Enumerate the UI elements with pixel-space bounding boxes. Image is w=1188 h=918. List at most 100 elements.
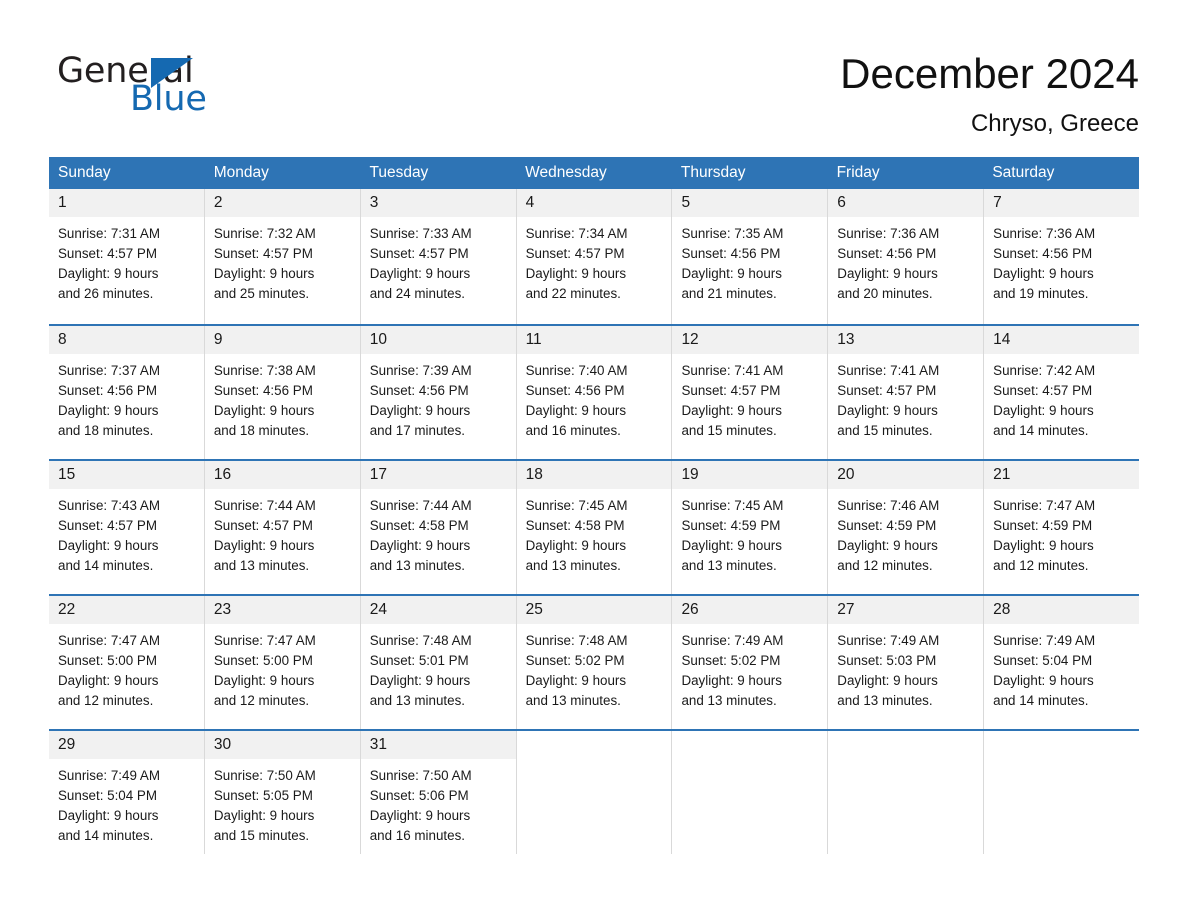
day-number-band: 18 <box>516 461 672 489</box>
daylight-text-line2: and 18 minutes. <box>58 423 154 438</box>
sunrise-text: Sunrise: 7:47 AM <box>213 633 316 648</box>
day-number-band: 12 <box>672 326 828 354</box>
sunrise-text: Sunrise: 7:40 AM <box>525 363 628 378</box>
day-cell[interactable]: 15 Sunrise: 7:43 AM Sunset: 4:57 PM Dayl… <box>49 461 205 594</box>
daylight-text-line1: Daylight: 9 hours <box>837 266 938 281</box>
weekday-tuesday: Tuesday <box>369 164 429 181</box>
day-number-band: 17 <box>360 461 516 489</box>
day-cell[interactable]: 3 Sunrise: 7:33 AM Sunset: 4:57 PM Dayli… <box>360 189 517 324</box>
day-cell[interactable]: 10 Sunrise: 7:39 AM Sunset: 4:56 PM Dayl… <box>360 326 517 459</box>
daylight-text-line1: Daylight: 9 hours <box>58 673 159 688</box>
day-cell[interactable]: 6 Sunrise: 7:36 AM Sunset: 4:56 PM Dayli… <box>828 189 985 324</box>
sunset-text: Sunset: 4:57 PM <box>369 246 469 261</box>
day-cell[interactable]: 14 Sunrise: 7:42 AM Sunset: 4:57 PM Dayl… <box>984 326 1140 459</box>
sunrise-text: Sunrise: 7:36 AM <box>993 226 1096 241</box>
day-number-band: 25 <box>516 596 672 624</box>
daylight-text-line2: and 22 minutes. <box>525 286 621 301</box>
day-cell[interactable]: 7 Sunrise: 7:36 AM Sunset: 4:56 PM Dayli… <box>984 189 1140 324</box>
sunset-text: Sunset: 4:57 PM <box>58 518 157 533</box>
day-details: Sunrise: 7:49 AM Sunset: 5:02 PM Dayligh… <box>672 624 827 711</box>
daylight-text-line1: Daylight: 9 hours <box>993 538 1094 553</box>
day-details: Sunrise: 7:49 AM Sunset: 5:04 PM Dayligh… <box>984 624 1139 711</box>
day-cell[interactable]: 2 Sunrise: 7:32 AM Sunset: 4:57 PM Dayli… <box>204 189 361 324</box>
daylight-text-line2: and 13 minutes. <box>681 693 777 708</box>
day-cell[interactable]: 30 Sunrise: 7:50 AM Sunset: 5:05 PM Dayl… <box>204 731 361 854</box>
day-details: Sunrise: 7:34 AM Sunset: 4:57 PM Dayligh… <box>517 217 672 304</box>
daylight-text-line1: Daylight: 9 hours <box>58 403 159 418</box>
day-number: 25 <box>525 601 543 618</box>
day-number: 29 <box>58 736 76 753</box>
day-number: 15 <box>58 466 76 483</box>
generalblue-logo[interactable]: General Blue <box>57 52 317 122</box>
sunrise-text: Sunrise: 7:42 AM <box>993 363 1096 378</box>
sunset-text: Sunset: 5:01 PM <box>369 653 469 668</box>
day-cell[interactable]: 4 Sunrise: 7:34 AM Sunset: 4:57 PM Dayli… <box>516 189 673 324</box>
daylight-text-line2: and 14 minutes. <box>58 558 154 573</box>
day-cell[interactable]: 17 Sunrise: 7:44 AM Sunset: 4:58 PM Dayl… <box>360 461 517 594</box>
weekday-thursday: Thursday <box>680 164 746 181</box>
day-number-band <box>516 731 672 759</box>
daylight-text-line1: Daylight: 9 hours <box>213 673 315 688</box>
day-cell[interactable]: 26 Sunrise: 7:49 AM Sunset: 5:02 PM Dayl… <box>672 596 829 729</box>
sunrise-text: Sunrise: 7:38 AM <box>213 363 316 378</box>
day-cell[interactable]: 28 Sunrise: 7:49 AM Sunset: 5:04 PM Dayl… <box>984 596 1140 729</box>
day-cell[interactable]: 9 Sunrise: 7:38 AM Sunset: 4:56 PM Dayli… <box>204 326 361 459</box>
calendar-grid: Sunday Monday Tuesday Wednesday Thursday… <box>49 157 1140 854</box>
day-cell[interactable]: 31 Sunrise: 7:50 AM Sunset: 5:06 PM Dayl… <box>360 731 517 854</box>
day-number-band: 19 <box>672 461 828 489</box>
sunrise-text: Sunrise: 7:34 AM <box>525 226 628 241</box>
daylight-text-line1: Daylight: 9 hours <box>58 266 159 281</box>
day-cell[interactable]: 18 Sunrise: 7:45 AM Sunset: 4:58 PM Dayl… <box>516 461 673 594</box>
daylight-text-line2: and 13 minutes. <box>369 558 466 573</box>
daylight-text-line2: and 13 minutes. <box>525 558 621 573</box>
day-details: Sunrise: 7:49 AM Sunset: 5:04 PM Dayligh… <box>49 759 204 846</box>
day-cell[interactable]: 19 Sunrise: 7:45 AM Sunset: 4:59 PM Dayl… <box>672 461 829 594</box>
week-row: 22 Sunrise: 7:47 AM Sunset: 5:00 PM Dayl… <box>49 594 1140 729</box>
sunset-text: Sunset: 5:02 PM <box>681 653 781 668</box>
day-cell[interactable]: 16 Sunrise: 7:44 AM Sunset: 4:57 PM Dayl… <box>204 461 361 594</box>
day-details: Sunrise: 7:45 AM Sunset: 4:59 PM Dayligh… <box>672 489 827 576</box>
day-cell-empty <box>828 731 985 854</box>
daylight-text-line2: and 15 minutes. <box>681 423 777 438</box>
day-cell[interactable]: 8 Sunrise: 7:37 AM Sunset: 4:56 PM Dayli… <box>49 326 205 459</box>
sunset-text: Sunset: 4:57 PM <box>993 383 1093 398</box>
day-cell[interactable]: 23 Sunrise: 7:47 AM Sunset: 5:00 PM Dayl… <box>204 596 361 729</box>
day-number: 2 <box>213 194 223 211</box>
sunset-text: Sunset: 4:59 PM <box>681 518 781 533</box>
day-number-band: 10 <box>360 326 516 354</box>
day-number: 11 <box>525 331 542 348</box>
day-number-band: 26 <box>672 596 828 624</box>
day-number-band <box>672 731 828 759</box>
page-subtitle: Chryso, Greece <box>970 110 1139 137</box>
day-details: Sunrise: 7:36 AM Sunset: 4:56 PM Dayligh… <box>828 217 983 304</box>
sunset-text: Sunset: 5:03 PM <box>837 653 937 668</box>
day-number-band: 15 <box>49 461 204 489</box>
day-cell[interactable]: 22 Sunrise: 7:47 AM Sunset: 5:00 PM Dayl… <box>49 596 205 729</box>
day-cell[interactable]: 24 Sunrise: 7:48 AM Sunset: 5:01 PM Dayl… <box>360 596 517 729</box>
day-cell[interactable]: 27 Sunrise: 7:49 AM Sunset: 5:03 PM Dayl… <box>828 596 985 729</box>
day-number: 17 <box>369 466 387 483</box>
day-cell[interactable]: 20 Sunrise: 7:46 AM Sunset: 4:59 PM Dayl… <box>828 461 985 594</box>
day-cell[interactable]: 13 Sunrise: 7:41 AM Sunset: 4:57 PM Dayl… <box>828 326 985 459</box>
sunrise-text: Sunrise: 7:48 AM <box>525 633 628 648</box>
day-details: Sunrise: 7:38 AM Sunset: 4:56 PM Dayligh… <box>205 354 360 441</box>
day-details: Sunrise: 7:44 AM Sunset: 4:57 PM Dayligh… <box>205 489 360 576</box>
sunrise-text: Sunrise: 7:41 AM <box>681 363 784 378</box>
day-details: Sunrise: 7:37 AM Sunset: 4:56 PM Dayligh… <box>49 354 204 441</box>
day-cell[interactable]: 1 Sunrise: 7:31 AM Sunset: 4:57 PM Dayli… <box>49 189 205 324</box>
daylight-text-line2: and 15 minutes. <box>213 828 310 843</box>
day-cell[interactable]: 29 Sunrise: 7:49 AM Sunset: 5:04 PM Dayl… <box>49 731 205 854</box>
day-cell[interactable]: 21 Sunrise: 7:47 AM Sunset: 4:59 PM Dayl… <box>984 461 1140 594</box>
sunrise-text: Sunrise: 7:49 AM <box>837 633 940 648</box>
day-cell[interactable]: 25 Sunrise: 7:48 AM Sunset: 5:02 PM Dayl… <box>516 596 673 729</box>
daylight-text-line2: and 19 minutes. <box>993 286 1089 301</box>
daylight-text-line2: and 13 minutes. <box>369 693 466 708</box>
sunset-text: Sunset: 4:58 PM <box>369 518 469 533</box>
sunrise-text: Sunrise: 7:50 AM <box>369 768 472 783</box>
page-header: General Blue December 2024 Chryso, Greec… <box>0 0 1188 137</box>
day-cell[interactable]: 12 Sunrise: 7:41 AM Sunset: 4:57 PM Dayl… <box>672 326 829 459</box>
daylight-text-line2: and 15 minutes. <box>837 423 933 438</box>
day-cell[interactable]: 11 Sunrise: 7:40 AM Sunset: 4:56 PM Dayl… <box>516 326 673 459</box>
day-cell[interactable]: 5 Sunrise: 7:35 AM Sunset: 4:56 PM Dayli… <box>672 189 829 324</box>
weekday-saturday: Saturday <box>992 164 1055 181</box>
